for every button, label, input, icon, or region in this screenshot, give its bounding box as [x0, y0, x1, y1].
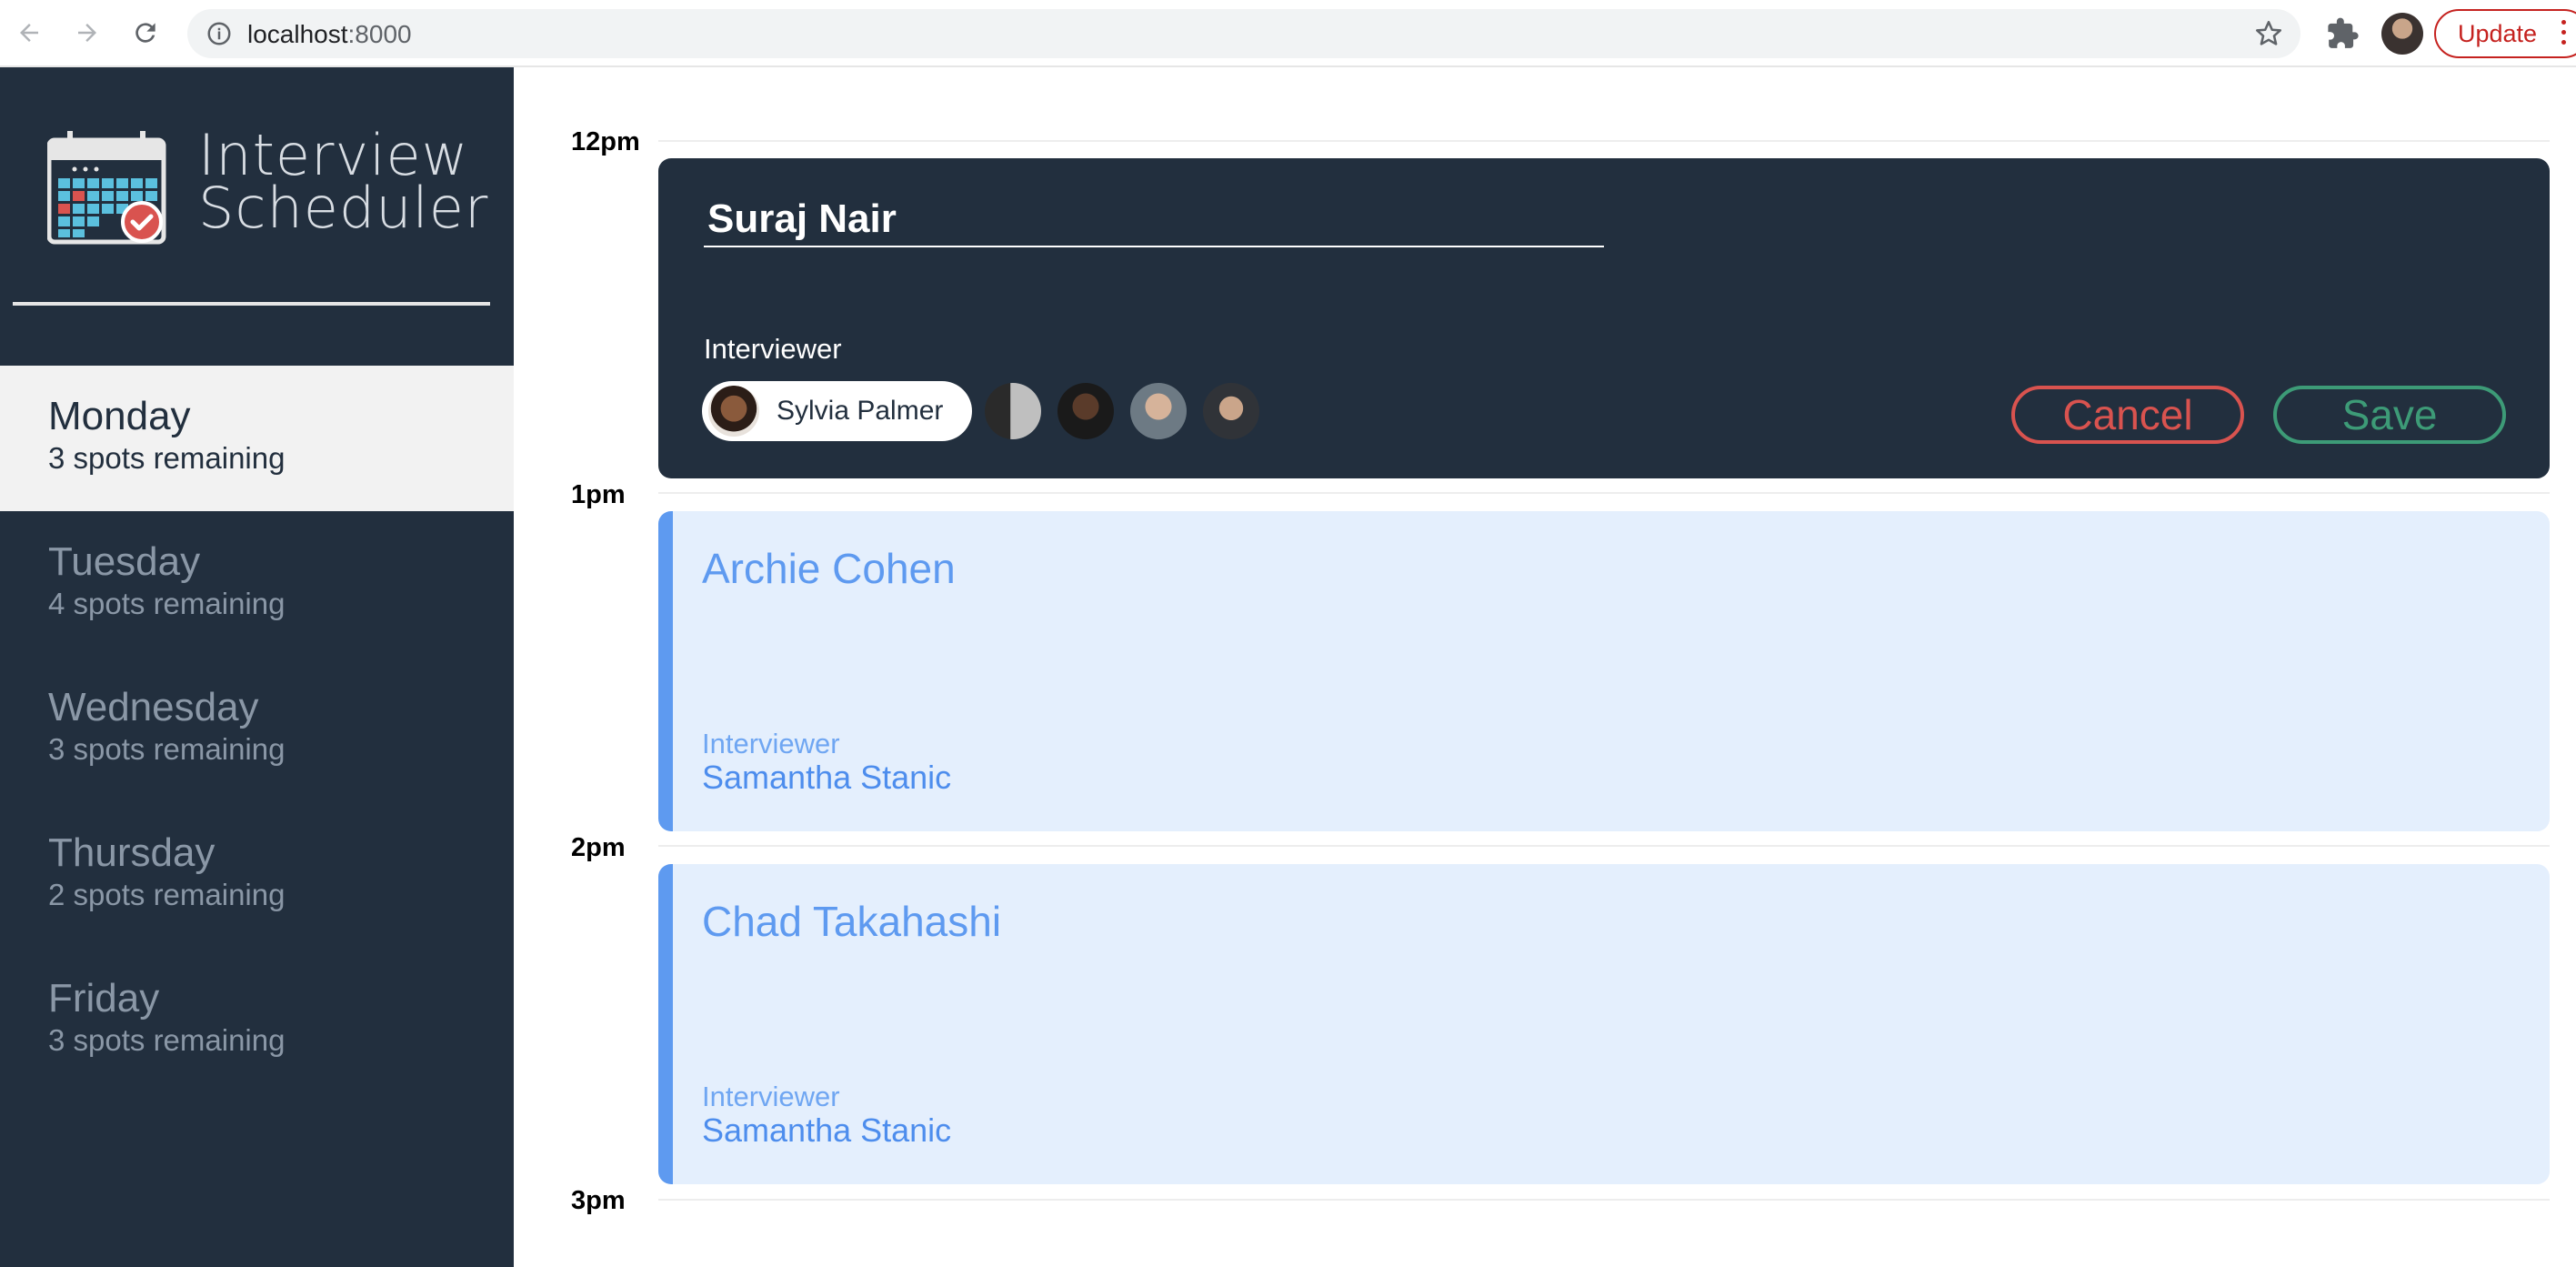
time-label: 12pm — [571, 127, 640, 156]
interviewer-label: Interviewer — [702, 1081, 840, 1112]
reload-button[interactable] — [125, 13, 165, 53]
hour-divider — [658, 1199, 2550, 1201]
day-name: Monday — [48, 394, 191, 438]
time-label: 1pm — [571, 480, 626, 509]
hour-divider — [658, 140, 2550, 142]
appointment-card[interactable]: Chad Takahashi Interviewer Samantha Stan… — [658, 864, 2550, 1184]
avatar[interactable] — [1130, 383, 1188, 439]
puzzle-icon[interactable] — [2326, 16, 2360, 51]
day-spots: 3 spots remaining — [48, 1023, 286, 1057]
day-spots: 3 spots remaining — [48, 732, 286, 766]
sidebar-divider — [13, 302, 490, 306]
update-label: Update — [2458, 19, 2538, 47]
sidebar: Interview Scheduler Monday 3 spots remai… — [0, 67, 514, 1267]
browser-toolbar: localhost:8000 Update — [0, 0, 2576, 67]
url-text: localhost:8000 — [247, 20, 412, 49]
arrow-right-icon — [78, 24, 96, 42]
appointment-form: Interviewer Sylvia Palmer Cancel Save — [658, 158, 2550, 478]
forward-button[interactable] — [67, 13, 107, 53]
update-button[interactable]: Update — [2434, 9, 2576, 58]
time-label: 2pm — [571, 833, 626, 862]
interviewer-name: Samantha Stanic — [702, 1111, 952, 1149]
day-item-tuesday[interactable]: Tuesday 4 spots remaining — [0, 511, 514, 657]
back-button[interactable] — [9, 13, 49, 53]
student-name: Chad Takahashi — [702, 898, 1002, 945]
app-title-line2: Scheduler — [198, 175, 489, 241]
interviewer-name: Samantha Stanic — [702, 759, 952, 796]
time-label: 3pm — [571, 1186, 626, 1215]
avatar[interactable] — [985, 383, 1042, 439]
avatar[interactable] — [1057, 383, 1115, 439]
star-icon[interactable] — [2253, 18, 2284, 49]
student-name: Archie Cohen — [702, 545, 956, 592]
reload-icon — [135, 23, 155, 43]
avatar[interactable] — [1203, 383, 1260, 439]
hour-divider — [658, 845, 2550, 847]
info-icon[interactable] — [205, 20, 233, 47]
url-port: :8000 — [347, 20, 412, 48]
interviewer-name: Sylvia Palmer — [777, 396, 944, 426]
app-title: Interview Scheduler — [198, 127, 489, 241]
day-item-monday[interactable]: Monday 3 spots remaining — [0, 366, 514, 511]
url-host: localhost — [247, 20, 348, 48]
day-spots: 2 spots remaining — [48, 878, 286, 911]
save-button[interactable]: Save — [2273, 386, 2506, 444]
appointment-card[interactable]: Archie Cohen Interviewer Samantha Stanic — [658, 511, 2550, 831]
cancel-button[interactable]: Cancel — [2011, 386, 2244, 444]
arrow-left-icon — [20, 24, 38, 42]
hour-divider — [658, 492, 2550, 494]
day-item-thursday[interactable]: Thursday 2 spots remaining — [0, 802, 514, 948]
avatar — [706, 383, 762, 439]
day-item-wednesday[interactable]: Wednesday 3 spots remaining — [0, 657, 514, 802]
interviewer-list: Sylvia Palmer — [702, 380, 1276, 442]
calendar-logo-icon — [47, 131, 166, 245]
interviewer-item-selected[interactable]: Sylvia Palmer — [702, 381, 973, 441]
day-spots: 3 spots remaining — [48, 441, 286, 475]
day-item-friday[interactable]: Friday 3 spots remaining — [0, 948, 514, 1093]
interviewer-label: Interviewer — [704, 333, 842, 365]
student-name-input[interactable] — [704, 193, 1604, 247]
interviewer-label: Interviewer — [702, 728, 840, 759]
more-vert-icon — [2561, 20, 2567, 47]
day-spots: 4 spots remaining — [48, 587, 286, 620]
profile-avatar[interactable] — [2381, 13, 2423, 55]
day-name: Tuesday — [48, 539, 201, 584]
day-name: Friday — [48, 976, 160, 1021]
day-name: Wednesday — [48, 685, 259, 729]
address-bar[interactable]: localhost:8000 — [187, 9, 2300, 58]
day-name: Thursday — [48, 830, 216, 875]
